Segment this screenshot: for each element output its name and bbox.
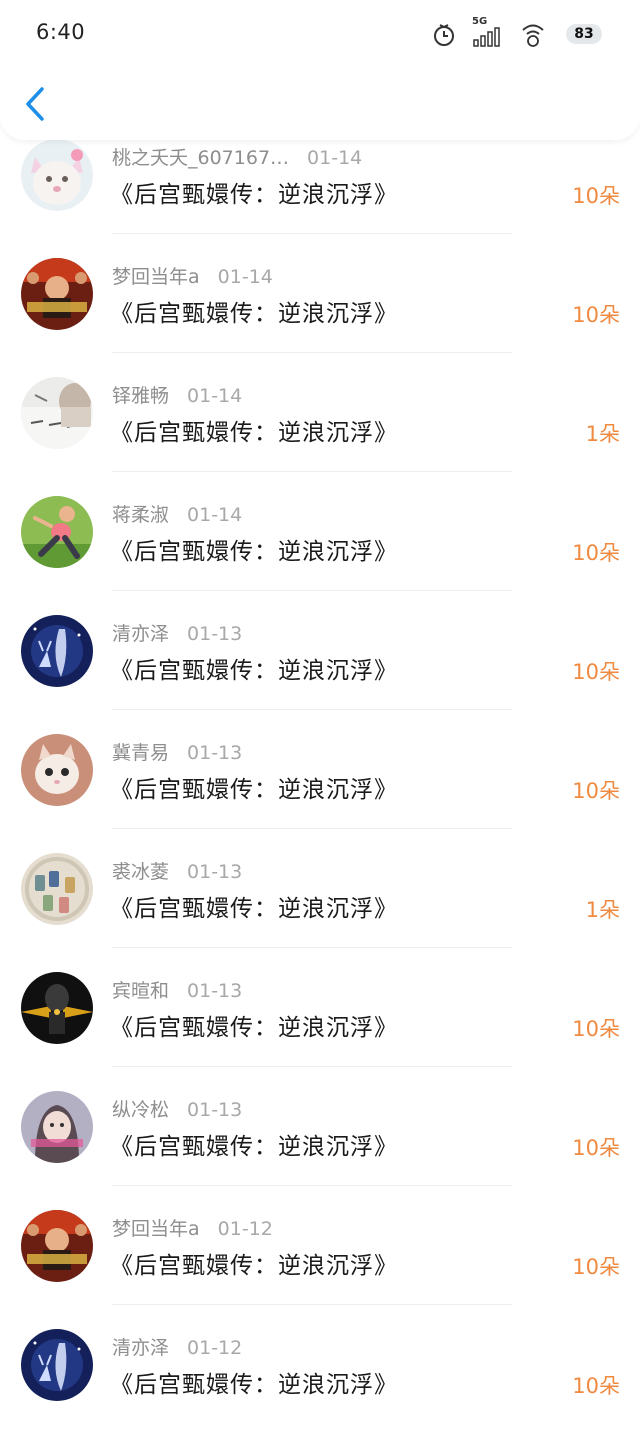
user-name: 清亦泽	[112, 1337, 170, 1359]
user-name: 冀青易	[112, 742, 170, 764]
status-icons: 5G 83	[432, 16, 602, 52]
avatar-deer-icon[interactable]	[21, 615, 93, 687]
user-name: 宾暄和	[112, 980, 170, 1002]
gift-date: 01-13	[187, 1099, 243, 1121]
book-title: 《后宫甄嬛传：逆浪沉浮》	[110, 182, 398, 208]
gift-amount: 10朵	[572, 1374, 620, 1398]
item-meta: 梦回当年a 01-14	[112, 262, 273, 289]
back-button[interactable]	[22, 86, 48, 122]
wifi-icon	[522, 24, 544, 47]
list-item[interactable]: 梦回当年a 01-12 《后宫甄嬛传：逆浪沉浮》 10朵	[0, 1206, 640, 1325]
gift-amount: 1朵	[585, 898, 620, 922]
list-item[interactable]: 梦回当年a 01-14 《后宫甄嬛传：逆浪沉浮》 10朵	[0, 254, 640, 373]
item-meta: 宾暄和 01-13	[112, 976, 242, 1003]
gift-amount: 10朵	[572, 303, 620, 327]
list-item[interactable]: 宾暄和 01-13 《后宫甄嬛传：逆浪沉浮》 10朵	[0, 968, 640, 1087]
book-title: 《后宫甄嬛传：逆浪沉浮》	[110, 1134, 398, 1160]
avatar-yoga-icon[interactable]	[21, 496, 93, 568]
user-name: 铎雅畅	[112, 385, 170, 407]
gift-date: 01-14	[187, 504, 243, 526]
user-name: 梦回当年a	[112, 1218, 200, 1240]
avatar-poster-icon[interactable]	[21, 1210, 93, 1282]
divider	[112, 233, 512, 234]
user-name: 清亦泽	[112, 623, 170, 645]
avatar-dark-icon[interactable]	[21, 972, 93, 1044]
avatar-cat-icon[interactable]	[21, 139, 93, 211]
gift-amount: 1朵	[585, 422, 620, 446]
list-item[interactable]: 蒋柔淑 01-14 《后宫甄嬛传：逆浪沉浮》 10朵	[0, 492, 640, 611]
divider	[112, 1185, 512, 1186]
gift-date: 01-13	[187, 861, 243, 883]
item-meta: 冀青易 01-13	[112, 738, 242, 765]
book-title: 《后宫甄嬛传：逆浪沉浮》	[110, 896, 398, 922]
gift-amount: 10朵	[572, 660, 620, 684]
battery-icon: 83	[566, 24, 602, 44]
divider	[112, 709, 512, 710]
user-name: 梦回当年a	[112, 266, 200, 288]
divider	[112, 828, 512, 829]
list-item[interactable]: 桃之夭夭_607167… 01-14 《后宫甄嬛传：逆浪沉浮》 10朵	[0, 135, 640, 254]
book-title: 《后宫甄嬛传：逆浪沉浮》	[110, 539, 398, 565]
user-name: 纵冷松	[112, 1099, 170, 1121]
avatar-spools-icon[interactable]	[21, 853, 93, 925]
gift-date: 01-13	[187, 623, 243, 645]
book-title: 《后宫甄嬛传：逆浪沉浮》	[110, 1015, 398, 1041]
item-meta: 梦回当年a 01-12	[112, 1214, 273, 1241]
divider	[112, 590, 512, 591]
user-name: 裘冰菱	[112, 861, 170, 883]
gift-date: 01-14	[217, 266, 273, 288]
gift-date: 01-14	[307, 147, 363, 169]
gift-amount: 10朵	[572, 541, 620, 565]
divider	[112, 471, 512, 472]
list-item[interactable]: 裘冰菱 01-13 《后宫甄嬛传：逆浪沉浮》 1朵	[0, 849, 640, 968]
user-name: 桃之夭夭_607167…	[112, 147, 290, 169]
avatar-deer-icon[interactable]	[21, 1329, 93, 1401]
gift-amount: 10朵	[572, 779, 620, 803]
list-item[interactable]: 纵冷松 01-13 《后宫甄嬛传：逆浪沉浮》 10朵	[0, 1087, 640, 1206]
list-item[interactable]: 铎雅畅 01-14 《后宫甄嬛传：逆浪沉浮》 1朵	[0, 373, 640, 492]
gift-date: 01-12	[217, 1218, 273, 1240]
item-meta: 清亦泽 01-13	[112, 619, 242, 646]
avatar-girl-icon[interactable]	[21, 1091, 93, 1163]
item-meta: 铎雅畅 01-14	[112, 381, 242, 408]
gift-date: 01-13	[187, 742, 243, 764]
item-meta: 清亦泽 01-12	[112, 1333, 242, 1360]
gift-amount: 10朵	[572, 1255, 620, 1279]
alarm-icon	[434, 24, 454, 46]
book-title: 《后宫甄嬛传：逆浪沉浮》	[110, 777, 398, 803]
item-meta: 纵冷松 01-13	[112, 1095, 242, 1122]
divider	[112, 947, 512, 948]
book-title: 《后宫甄嬛传：逆浪沉浮》	[110, 1372, 398, 1398]
book-title: 《后宫甄嬛传：逆浪沉浮》	[110, 301, 398, 327]
avatar-kitten-icon[interactable]	[21, 734, 93, 806]
avatar-calligraphy-icon[interactable]	[21, 377, 93, 449]
divider	[112, 352, 512, 353]
user-name: 蒋柔淑	[112, 504, 170, 526]
gift-date: 01-14	[187, 385, 243, 407]
list-item[interactable]: 冀青易 01-13 《后宫甄嬛传：逆浪沉浮》 10朵	[0, 730, 640, 849]
gift-date: 01-13	[187, 980, 243, 1002]
list-item[interactable]: 清亦泽 01-13 《后宫甄嬛传：逆浪沉浮》 10朵	[0, 611, 640, 730]
signal-icon: 5G	[472, 16, 508, 48]
gift-date: 01-12	[187, 1337, 243, 1359]
gift-amount: 10朵	[572, 184, 620, 208]
list-item[interactable]: 清亦泽 01-12 《后宫甄嬛传：逆浪沉浮》 10朵	[0, 1325, 640, 1444]
item-meta: 蒋柔淑 01-14	[112, 500, 242, 527]
item-meta: 桃之夭夭_607167… 01-14	[112, 143, 362, 170]
divider	[112, 1304, 512, 1305]
book-title: 《后宫甄嬛传：逆浪沉浮》	[110, 420, 398, 446]
divider	[112, 1066, 512, 1067]
gift-amount: 10朵	[572, 1136, 620, 1160]
status-time: 6:40	[36, 20, 86, 44]
book-title: 《后宫甄嬛传：逆浪沉浮》	[110, 658, 398, 684]
item-meta: 裘冰菱 01-13	[112, 857, 242, 884]
gift-amount: 10朵	[572, 1017, 620, 1041]
book-title: 《后宫甄嬛传：逆浪沉浮》	[110, 1253, 398, 1279]
top-bar: 6:40 5G 83	[0, 0, 640, 140]
avatar-poster-icon[interactable]	[21, 258, 93, 330]
